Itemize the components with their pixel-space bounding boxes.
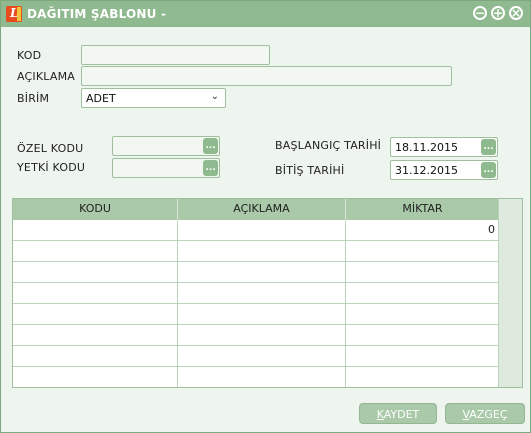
- close-icon[interactable]: ×: [509, 6, 523, 20]
- birim-value: ADET: [86, 92, 116, 105]
- baslangic-tarihi-field[interactable]: 18.11.2015 ...: [390, 137, 498, 157]
- cell-kodu[interactable]: [13, 367, 178, 387]
- table-row[interactable]: [13, 367, 499, 388]
- kaydet-label: AYDET: [383, 408, 420, 421]
- vazgec-label: AZGEÇ: [469, 408, 508, 421]
- column-header-kodu[interactable]: KODU: [13, 199, 178, 220]
- ozel-kodu-lookup-button[interactable]: ...: [203, 138, 218, 154]
- baslangic-tarihi-value: 18.11.2015: [395, 141, 458, 154]
- items-grid: KODU AÇIKLAMA MİKTAR 0: [12, 198, 523, 388]
- cell-aciklama[interactable]: [178, 241, 346, 261]
- minimize-icon[interactable]: −: [473, 6, 487, 20]
- baslangic-tarihi-label: BAŞLANGIÇ TARİHİ: [275, 139, 382, 152]
- column-header-miktar[interactable]: MİKTAR: [346, 199, 499, 220]
- cell-kodu[interactable]: [13, 304, 178, 324]
- cell-miktar[interactable]: [346, 325, 499, 345]
- logo-icon: [6, 6, 22, 22]
- cell-miktar[interactable]: [346, 346, 499, 366]
- ozel-kodu-field[interactable]: ...: [112, 136, 220, 156]
- cell-miktar[interactable]: 0: [346, 220, 499, 240]
- cell-aciklama[interactable]: [178, 283, 346, 303]
- cell-aciklama[interactable]: [178, 367, 346, 387]
- kod-field[interactable]: [81, 45, 270, 65]
- cell-kodu[interactable]: [13, 325, 178, 345]
- table-row[interactable]: [13, 262, 499, 283]
- aciklama-label: AÇIKLAMA: [17, 70, 75, 83]
- yetki-kodu-label: YETKİ KODU: [17, 161, 86, 174]
- bitis-tarihi-field[interactable]: 31.12.2015 ...: [390, 160, 498, 180]
- ozel-kodu-label: ÖZEL KODU: [17, 142, 84, 155]
- cell-aciklama[interactable]: [178, 220, 346, 240]
- cell-aciklama[interactable]: [178, 304, 346, 324]
- title-bar: DAĞITIM ŞABLONU - − + ×: [1, 1, 530, 27]
- grid-header: KODU AÇIKLAMA MİKTAR: [13, 199, 499, 220]
- table-row[interactable]: [13, 241, 499, 262]
- cell-kodu[interactable]: [13, 346, 178, 366]
- window-title: DAĞITIM ŞABLONU -: [27, 7, 167, 21]
- yetki-kodu-field[interactable]: ...: [112, 158, 220, 178]
- cell-aciklama[interactable]: [178, 346, 346, 366]
- birim-label: BİRİM: [17, 92, 50, 105]
- cell-kodu[interactable]: [13, 262, 178, 282]
- cell-miktar[interactable]: [346, 262, 499, 282]
- kaydet-mnemonic: K: [376, 408, 384, 421]
- cell-kodu[interactable]: [13, 241, 178, 261]
- chevron-down-icon: ⌄: [210, 91, 219, 102]
- dagitim-sablonu-window: DAĞITIM ŞABLONU - − + × KOD AÇIKLAMA BİR…: [0, 0, 531, 433]
- table-row[interactable]: [13, 346, 499, 367]
- bitis-tarihi-label: BİTİŞ TARİHİ: [275, 164, 345, 177]
- bitis-tarihi-value: 31.12.2015: [395, 164, 458, 177]
- kod-label: KOD: [17, 49, 42, 62]
- cell-miktar[interactable]: [346, 241, 499, 261]
- cell-aciklama[interactable]: [178, 262, 346, 282]
- table-row[interactable]: [13, 283, 499, 304]
- grid-vertical-scrollbar[interactable]: [498, 199, 522, 387]
- cell-miktar[interactable]: [346, 304, 499, 324]
- cell-miktar[interactable]: [346, 283, 499, 303]
- maximize-icon[interactable]: +: [491, 6, 505, 20]
- cell-miktar[interactable]: [346, 367, 499, 387]
- kaydet-button[interactable]: KAYDET: [359, 403, 437, 424]
- cell-kodu[interactable]: [13, 283, 178, 303]
- column-header-aciklama[interactable]: AÇIKLAMA: [178, 199, 346, 220]
- table-row[interactable]: 0: [13, 220, 499, 241]
- aciklama-field[interactable]: [81, 66, 452, 86]
- cell-aciklama[interactable]: [178, 325, 346, 345]
- cell-kodu[interactable]: [13, 220, 178, 240]
- table-row[interactable]: [13, 304, 499, 325]
- birim-select[interactable]: ADET ⌄: [81, 88, 226, 108]
- yetki-kodu-lookup-button[interactable]: ...: [203, 160, 218, 176]
- bitis-tarihi-picker-button[interactable]: ...: [481, 162, 496, 178]
- baslangic-tarihi-picker-button[interactable]: ...: [481, 139, 496, 155]
- vazgec-button[interactable]: VAZGEÇ: [445, 403, 525, 424]
- table-row[interactable]: [13, 325, 499, 346]
